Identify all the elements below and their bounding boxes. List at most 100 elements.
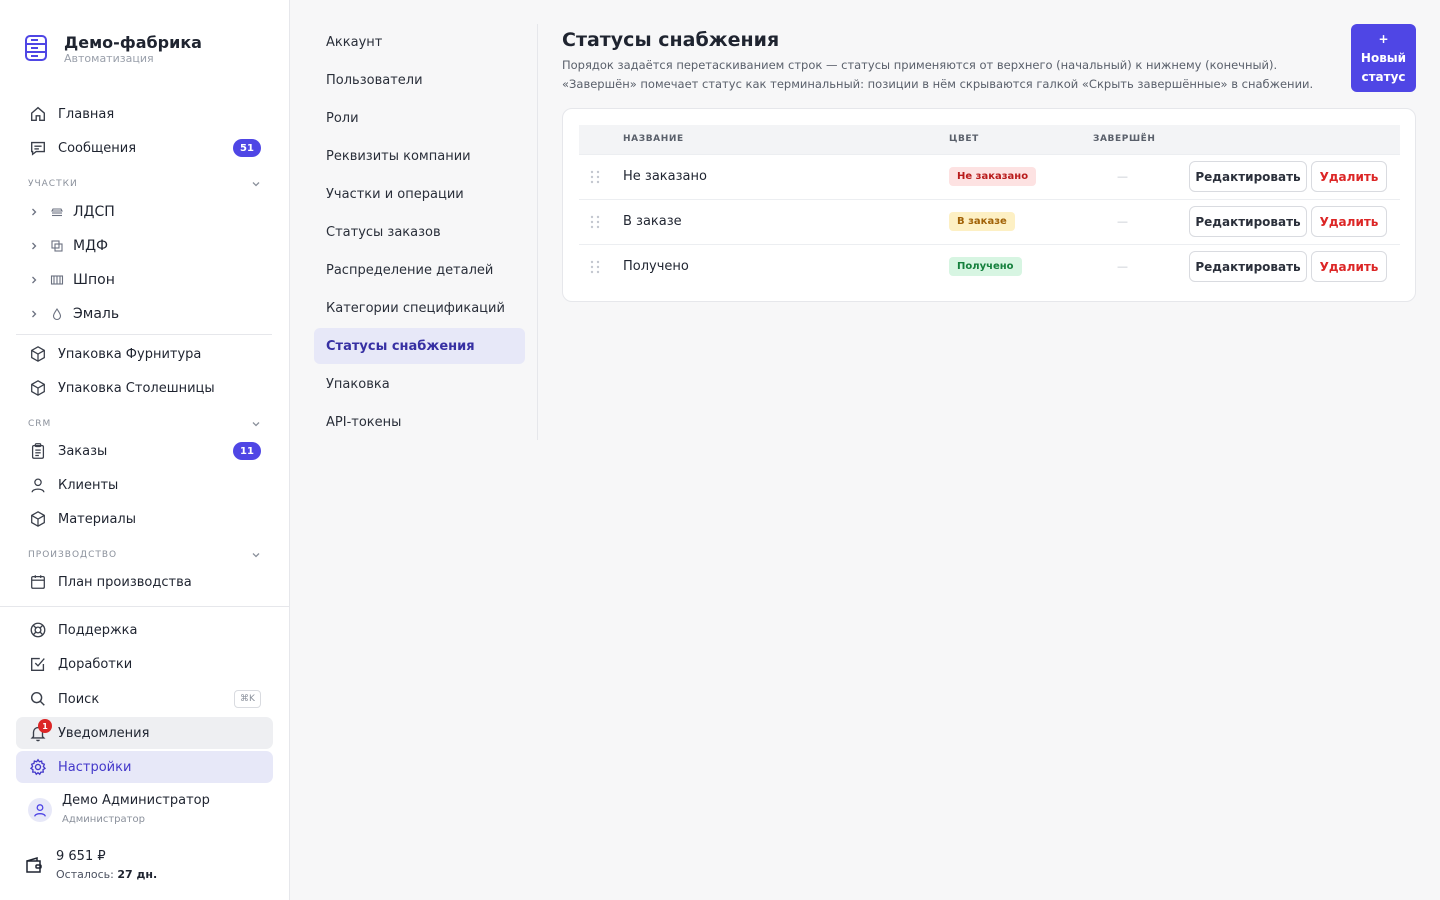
- area-item-veneer[interactable]: Шпон: [28, 265, 115, 295]
- sidebar: Демо-фабрика Автоматизация Главная Сообщ…: [0, 0, 290, 900]
- status-done-value: —: [1117, 260, 1128, 273]
- wood-grain-icon: [50, 275, 64, 285]
- chevron-down-icon: [252, 553, 260, 558]
- section-production[interactable]: ПРОИЗВОДСТВО: [28, 549, 262, 561]
- nav-support-label: Поддержка: [58, 622, 138, 638]
- status-done-value: —: [1117, 170, 1128, 183]
- status-name: Получено: [623, 259, 689, 274]
- nav-production-plan[interactable]: План производства: [16, 566, 273, 598]
- nav-search[interactable]: Поиск ⌘K: [16, 683, 273, 715]
- wallet-amount: 9 651 ₽: [56, 849, 106, 864]
- column-header-done: ЗАВЕРШЁН: [1093, 134, 1156, 144]
- box-icon: [28, 378, 48, 398]
- delete-button[interactable]: Удалить: [1311, 251, 1387, 282]
- nav-orders[interactable]: Заказы 11: [16, 435, 273, 467]
- nav-settings[interactable]: Настройки: [16, 751, 273, 783]
- settings-nav-parts-distribution[interactable]: Распределение деталей: [314, 252, 525, 288]
- chat-icon: [28, 138, 48, 158]
- settings-nav: Аккаунт Пользователи Роли Реквизиты комп…: [314, 24, 538, 440]
- messages-count-badge: 51: [233, 139, 261, 157]
- table-row[interactable]: Получено Получено — Редактировать Удалит…: [579, 244, 1400, 289]
- nav-materials[interactable]: Материалы: [16, 503, 273, 535]
- divider: [0, 606, 290, 607]
- area-enamel-label: Эмаль: [73, 306, 120, 322]
- area-item-mdf[interactable]: МДФ: [28, 231, 108, 261]
- nav-packaging-countertops[interactable]: Упаковка Столешницы: [16, 372, 273, 404]
- user-icon: [28, 475, 48, 495]
- section-crm[interactable]: CRM: [28, 418, 262, 430]
- user-role: Администратор: [62, 814, 145, 825]
- area-mdf-label: МДФ: [73, 238, 109, 254]
- wallet-remaining-label: Осталось:: [56, 868, 114, 881]
- nav-improvements[interactable]: Доработки: [16, 648, 273, 680]
- user-profile[interactable]: Демо Администратор Администратор: [28, 792, 210, 827]
- new-status-button-line2: статус: [1361, 69, 1406, 84]
- page-title: Статусы снабжения: [562, 29, 780, 51]
- nav-messages[interactable]: Сообщения 51: [16, 132, 273, 164]
- nav-packaging-hardware[interactable]: Упаковка Фурнитура: [16, 338, 273, 370]
- plus-icon: +: [1378, 31, 1389, 46]
- search-icon: [28, 689, 48, 709]
- nav-support[interactable]: Поддержка: [16, 614, 273, 646]
- user-name: Демо Администратор: [62, 793, 210, 808]
- nav-settings-label: Настройки: [58, 759, 132, 775]
- table-row[interactable]: В заказе В заказе — Редактировать Удалит…: [579, 199, 1400, 244]
- checkbox-icon: [28, 654, 48, 674]
- drag-handle-icon[interactable]: [589, 259, 601, 275]
- edit-button[interactable]: Редактировать: [1189, 206, 1307, 237]
- nav-home[interactable]: Главная: [16, 98, 273, 130]
- section-areas[interactable]: УЧАСТКИ: [28, 178, 262, 190]
- table-row[interactable]: Не заказано Не заказано — Редактировать …: [579, 154, 1400, 199]
- settings-nav-roles[interactable]: Роли: [314, 100, 525, 136]
- nav-packaging-countertops-label: Упаковка Столешницы: [58, 380, 215, 396]
- settings-nav-order-statuses[interactable]: Статусы заказов: [314, 214, 525, 250]
- column-header-color: ЦВЕТ: [949, 134, 979, 144]
- settings-nav-areas-operations[interactable]: Участки и операции: [314, 176, 525, 212]
- section-production-label: ПРОИЗВОДСТВО: [28, 550, 118, 560]
- area-item-ldsp[interactable]: ЛДСП: [28, 197, 115, 227]
- nav-messages-label: Сообщения: [58, 140, 137, 156]
- settings-nav-account[interactable]: Аккаунт: [314, 24, 525, 60]
- drag-handle-icon[interactable]: [589, 214, 601, 230]
- wallet-remaining-value: 27 дн.: [117, 868, 158, 881]
- nav-notifications[interactable]: 1 Уведомления: [16, 717, 273, 749]
- settings-nav-users[interactable]: Пользователи: [314, 62, 525, 98]
- drag-handle-icon[interactable]: [589, 169, 601, 185]
- box-icon: [28, 344, 48, 364]
- cube-icon: [28, 509, 48, 529]
- gear-icon: [28, 757, 48, 777]
- chevron-down-icon: [252, 182, 260, 187]
- edit-button[interactable]: Редактировать: [1189, 251, 1307, 282]
- chevron-right-icon: [32, 310, 37, 318]
- delete-button[interactable]: Удалить: [1311, 161, 1387, 192]
- nav-improvements-label: Доработки: [58, 656, 133, 672]
- nav-production-plan-label: План производства: [58, 574, 192, 590]
- wallet-balance[interactable]: 9 651 ₽ Осталось: 27 дн.: [24, 848, 157, 882]
- settings-nav-spec-categories[interactable]: Категории спецификаций: [314, 290, 525, 326]
- edit-button[interactable]: Редактировать: [1189, 161, 1307, 192]
- new-status-button[interactable]: + Новый статус: [1351, 24, 1416, 92]
- settings-nav-company-details[interactable]: Реквизиты компании: [314, 138, 525, 174]
- settings-nav-packaging[interactable]: Упаковка: [314, 366, 525, 402]
- wallet-remaining: Осталось: 27 дн.: [56, 867, 157, 882]
- brand-title: Демо-фабрика: [64, 33, 202, 52]
- nav-clients-label: Клиенты: [58, 477, 119, 493]
- status-name: Не заказано: [623, 169, 707, 184]
- drop-icon: [52, 308, 62, 321]
- brand-subtitle: Автоматизация: [64, 52, 154, 65]
- status-color-badge: В заказе: [949, 212, 1015, 231]
- home-icon: [28, 104, 48, 124]
- section-areas-label: УЧАСТКИ: [28, 179, 78, 189]
- area-item-enamel[interactable]: Эмаль: [28, 299, 119, 329]
- nav-home-label: Главная: [58, 106, 115, 122]
- notifications-count-badge: 1: [38, 719, 52, 733]
- nav-notifications-label: Уведомления: [58, 725, 150, 741]
- settings-nav-supply-statuses[interactable]: Статусы снабжения: [314, 328, 525, 364]
- nav-clients[interactable]: Клиенты: [16, 469, 273, 501]
- area-ldsp-label: ЛДСП: [73, 204, 115, 220]
- wallet-icon: [26, 856, 42, 873]
- settings-nav-api-tokens[interactable]: API-токены: [314, 404, 525, 440]
- brand[interactable]: Демо-фабрика Автоматизация: [24, 34, 202, 66]
- delete-button[interactable]: Удалить: [1311, 206, 1387, 237]
- status-color-badge: Не заказано: [949, 167, 1037, 186]
